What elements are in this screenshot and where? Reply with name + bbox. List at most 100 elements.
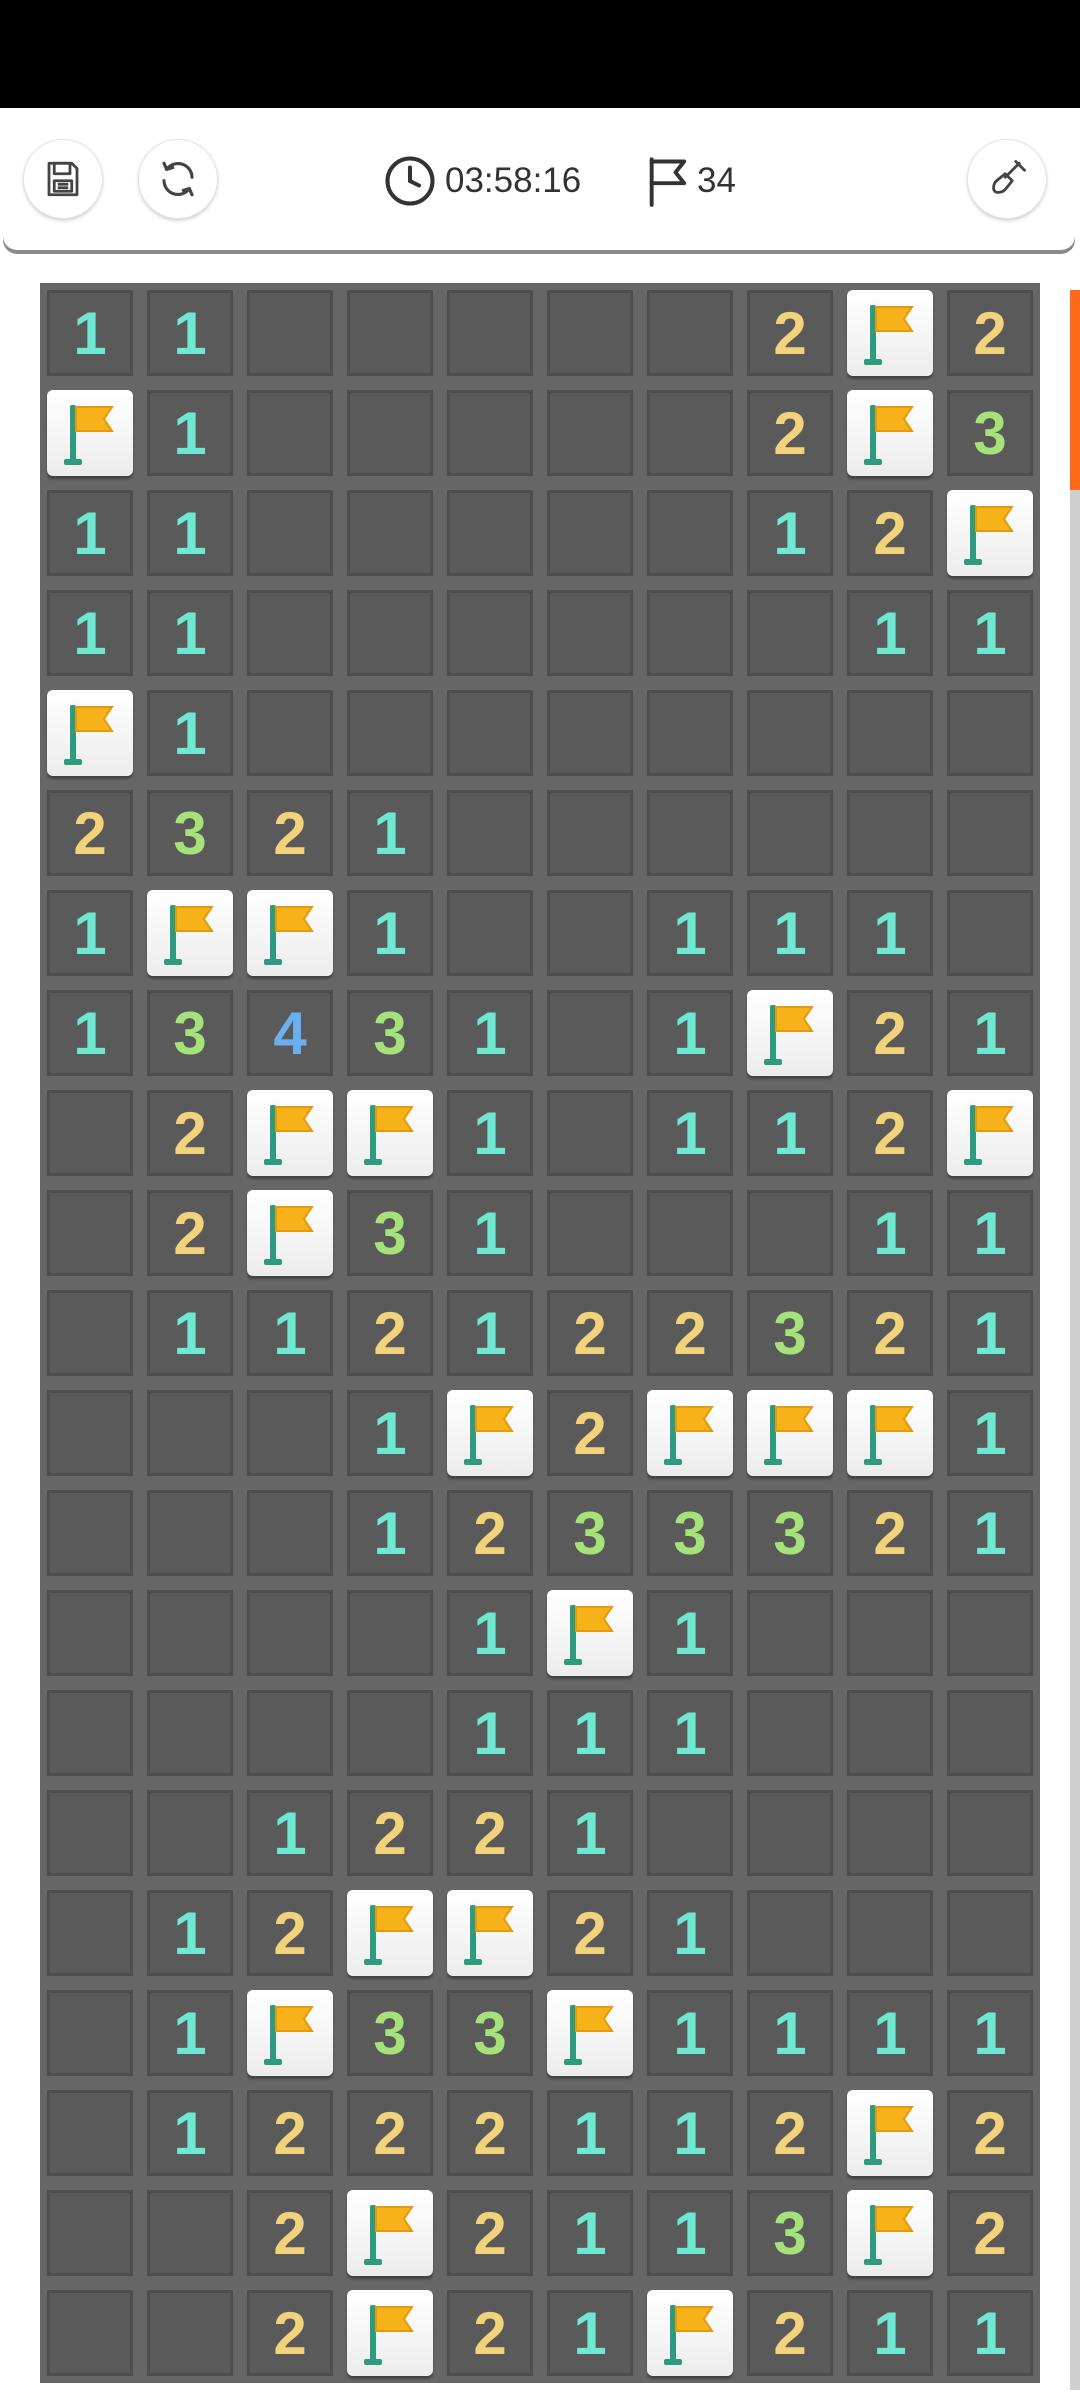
number-cell[interactable]: 1 (847, 1990, 933, 2076)
number-cell[interactable]: 2 (847, 490, 933, 576)
scrollbar-thumb[interactable] (1070, 290, 1080, 490)
empty-cell[interactable] (547, 990, 633, 1076)
flagged-cell[interactable] (847, 2090, 933, 2176)
number-cell[interactable]: 1 (447, 1090, 533, 1176)
number-cell[interactable]: 3 (747, 1290, 833, 1376)
number-cell[interactable]: 2 (447, 1790, 533, 1876)
empty-cell[interactable] (47, 1290, 133, 1376)
number-cell[interactable]: 1 (847, 590, 933, 676)
number-cell[interactable]: 1 (447, 1290, 533, 1376)
number-cell[interactable]: 2 (747, 390, 833, 476)
empty-cell[interactable] (947, 1890, 1033, 1976)
number-cell[interactable]: 3 (347, 990, 433, 1076)
empty-cell[interactable] (847, 690, 933, 776)
number-cell[interactable]: 1 (447, 990, 533, 1076)
number-cell[interactable]: 1 (147, 2090, 233, 2176)
number-cell[interactable]: 3 (747, 1490, 833, 1576)
number-cell[interactable]: 1 (47, 990, 133, 1076)
number-cell[interactable]: 3 (347, 1190, 433, 1276)
flagged-cell[interactable] (847, 2190, 933, 2276)
number-cell[interactable]: 1 (147, 690, 233, 776)
empty-cell[interactable] (47, 2190, 133, 2276)
number-cell[interactable]: 1 (947, 2290, 1033, 2376)
number-cell[interactable]: 2 (247, 2290, 333, 2376)
empty-cell[interactable] (647, 1790, 733, 1876)
empty-cell[interactable] (247, 390, 333, 476)
empty-cell[interactable] (847, 790, 933, 876)
empty-cell[interactable] (147, 1690, 233, 1776)
empty-cell[interactable] (347, 590, 433, 676)
empty-cell[interactable] (47, 1990, 133, 2076)
flagged-cell[interactable] (47, 690, 133, 776)
empty-cell[interactable] (547, 1190, 633, 1276)
number-cell[interactable]: 3 (647, 1490, 733, 1576)
number-cell[interactable]: 2 (247, 2190, 333, 2276)
number-cell[interactable]: 1 (147, 290, 233, 376)
empty-cell[interactable] (847, 1890, 933, 1976)
number-cell[interactable]: 1 (647, 2190, 733, 2276)
number-cell[interactable]: 1 (447, 1590, 533, 1676)
empty-cell[interactable] (947, 890, 1033, 976)
number-cell[interactable]: 1 (747, 1090, 833, 1176)
number-cell[interactable]: 3 (947, 390, 1033, 476)
empty-cell[interactable] (647, 1190, 733, 1276)
number-cell[interactable]: 2 (947, 2090, 1033, 2176)
flagged-cell[interactable] (647, 1390, 733, 1476)
number-cell[interactable]: 1 (947, 1990, 1033, 2076)
empty-cell[interactable] (247, 290, 333, 376)
scrollbar[interactable] (1070, 290, 1080, 2390)
number-cell[interactable]: 1 (947, 1390, 1033, 1476)
number-cell[interactable]: 1 (747, 890, 833, 976)
empty-cell[interactable] (47, 1390, 133, 1476)
empty-cell[interactable] (447, 790, 533, 876)
number-cell[interactable]: 1 (147, 390, 233, 476)
flagged-cell[interactable] (847, 390, 933, 476)
number-cell[interactable]: 1 (347, 1390, 433, 1476)
empty-cell[interactable] (847, 1790, 933, 1876)
number-cell[interactable]: 1 (447, 1190, 533, 1276)
empty-cell[interactable] (247, 1390, 333, 1476)
empty-cell[interactable] (247, 690, 333, 776)
number-cell[interactable]: 2 (347, 1290, 433, 1376)
empty-cell[interactable] (547, 490, 633, 576)
flagged-cell[interactable] (647, 2290, 733, 2376)
number-cell[interactable]: 1 (147, 490, 233, 576)
empty-cell[interactable] (747, 1790, 833, 1876)
empty-cell[interactable] (747, 1890, 833, 1976)
number-cell[interactable]: 1 (747, 1990, 833, 2076)
number-cell[interactable]: 2 (247, 1890, 333, 1976)
empty-cell[interactable] (247, 1690, 333, 1776)
number-cell[interactable]: 2 (347, 1790, 433, 1876)
empty-cell[interactable] (347, 290, 433, 376)
empty-cell[interactable] (247, 1490, 333, 1576)
number-cell[interactable]: 3 (547, 1490, 633, 1576)
flagged-cell[interactable] (247, 1990, 333, 2076)
number-cell[interactable]: 1 (647, 1590, 733, 1676)
number-cell[interactable]: 1 (547, 1690, 633, 1776)
empty-cell[interactable] (147, 1490, 233, 1576)
flagged-cell[interactable] (547, 1590, 633, 1676)
flagged-cell[interactable] (347, 2290, 433, 2376)
number-cell[interactable]: 1 (847, 2290, 933, 2376)
number-cell[interactable]: 3 (147, 990, 233, 1076)
number-cell[interactable]: 2 (147, 1090, 233, 1176)
empty-cell[interactable] (547, 890, 633, 976)
number-cell[interactable]: 2 (847, 990, 933, 1076)
empty-cell[interactable] (947, 1590, 1033, 1676)
empty-cell[interactable] (547, 390, 633, 476)
number-cell[interactable]: 1 (47, 590, 133, 676)
empty-cell[interactable] (447, 490, 533, 576)
number-cell[interactable]: 1 (647, 990, 733, 1076)
number-cell[interactable]: 1 (147, 1890, 233, 1976)
empty-cell[interactable] (47, 1890, 133, 1976)
empty-cell[interactable] (47, 1790, 133, 1876)
number-cell[interactable]: 2 (847, 1490, 933, 1576)
flagged-cell[interactable] (347, 1890, 433, 1976)
empty-cell[interactable] (247, 590, 333, 676)
empty-cell[interactable] (447, 890, 533, 976)
empty-cell[interactable] (47, 1590, 133, 1676)
empty-cell[interactable] (147, 2290, 233, 2376)
number-cell[interactable]: 1 (947, 1290, 1033, 1376)
flagged-cell[interactable] (147, 890, 233, 976)
number-cell[interactable]: 4 (247, 990, 333, 1076)
